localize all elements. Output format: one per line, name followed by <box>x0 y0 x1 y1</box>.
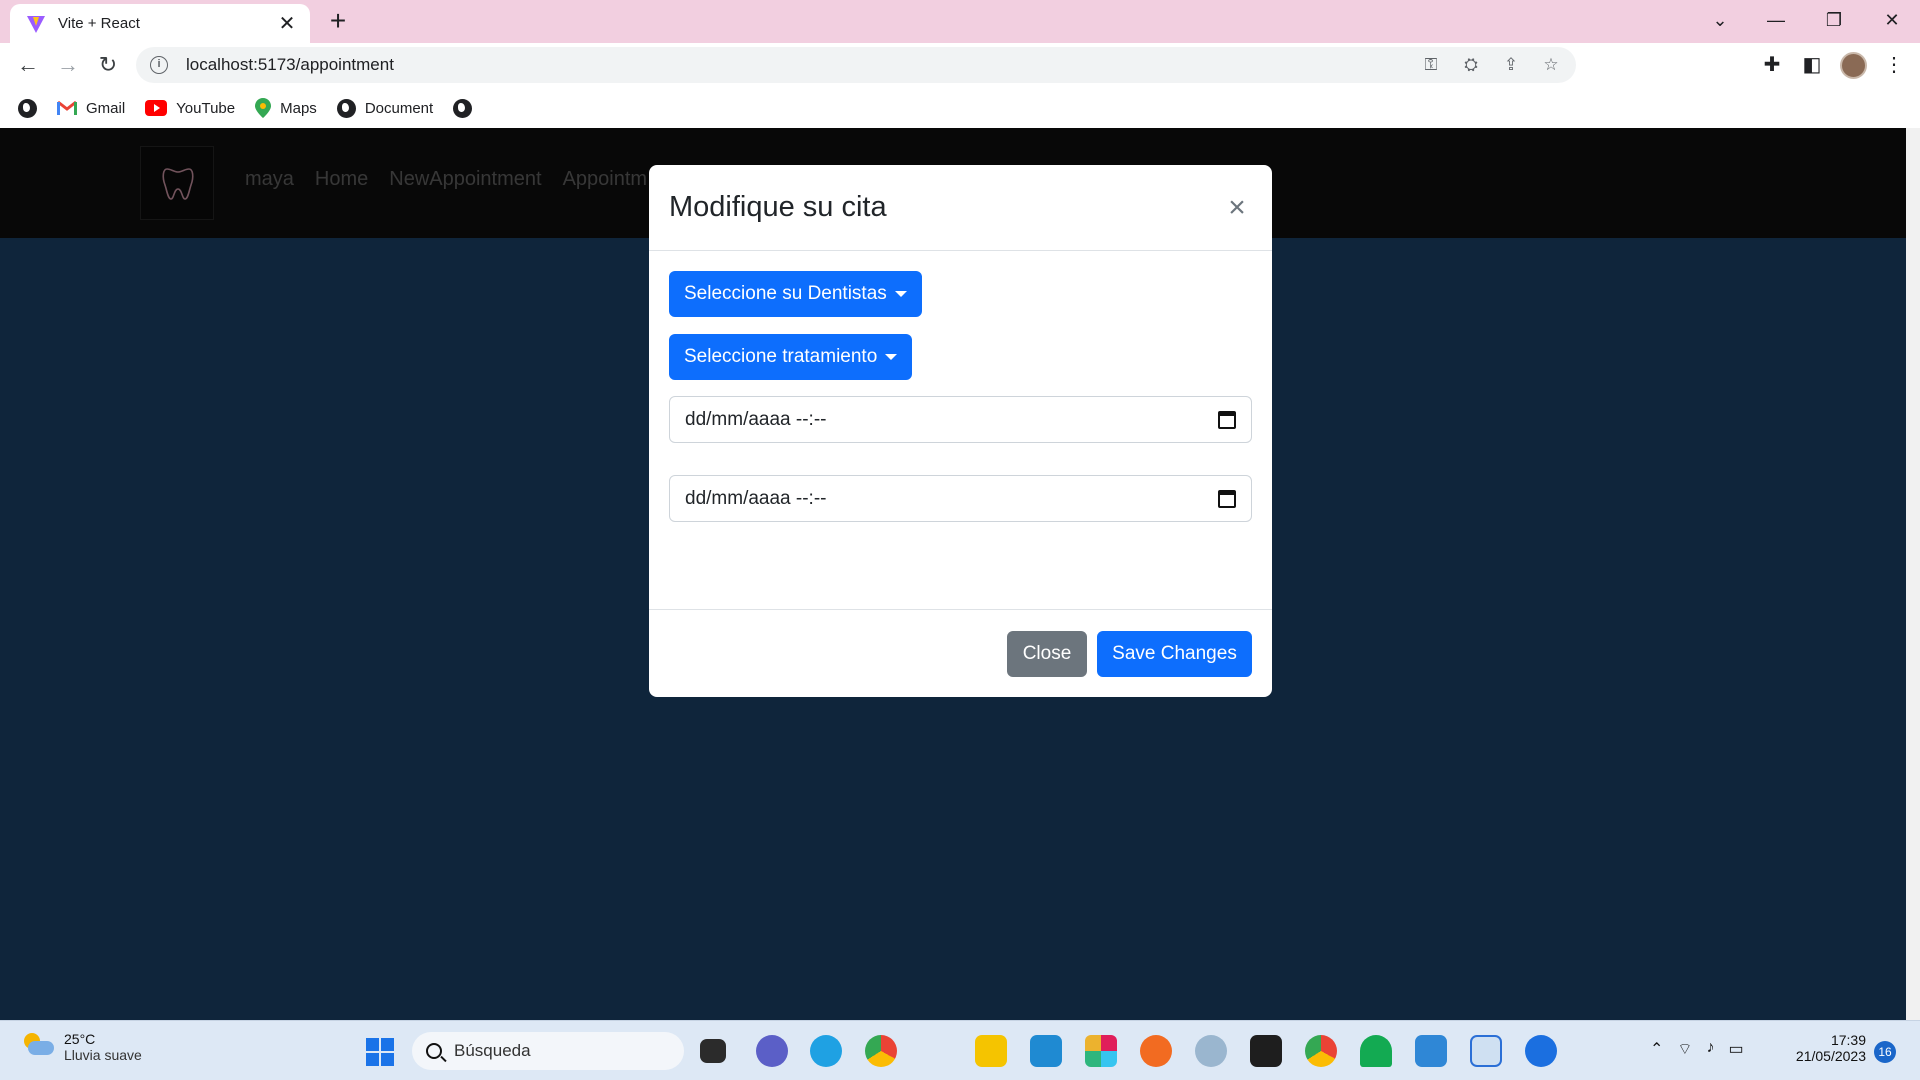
edge-icon[interactable] <box>810 1035 842 1067</box>
volume-icon[interactable]: ♪ <box>1706 1039 1714 1059</box>
back-button[interactable]: ← <box>12 49 44 81</box>
forward-button[interactable]: → <box>52 49 84 81</box>
battery-icon[interactable]: ▭ <box>1728 1039 1743 1059</box>
maps-pin-icon <box>255 98 272 118</box>
url-text[interactable]: localhost:5173/appointment <box>186 55 394 75</box>
share-icon[interactable]: ⇪ <box>1500 54 1522 76</box>
close-button[interactable]: Close <box>1007 631 1087 677</box>
bookmark-label: Maps <box>280 99 317 117</box>
dentist-dropdown-button[interactable]: Seleccione su Dentistas <box>669 271 922 317</box>
treatment-dropdown-label: Seleccione tratamiento <box>684 346 878 367</box>
dentist-dropdown-label: Seleccione su Dentistas <box>684 283 887 304</box>
translate-icon[interactable]: ⛭ <box>1460 54 1482 76</box>
extensions-icon[interactable]: ✚ <box>1758 51 1786 79</box>
treatment-dropdown-button[interactable]: Seleccione tratamiento <box>669 334 913 380</box>
postman-icon[interactable] <box>1140 1035 1172 1067</box>
edit-appointment-modal: Modifique su cita × Seleccione su Dentis… <box>649 165 1272 697</box>
maps-app-icon[interactable] <box>1525 1035 1557 1067</box>
close-icon[interactable]: × <box>1222 192 1252 223</box>
tab-search-icon[interactable]: ⌄ <box>1700 4 1740 36</box>
bookmark-globe-1[interactable] <box>18 98 37 118</box>
bookmark-label: Document <box>364 99 434 117</box>
bookmark-label: Gmail <box>86 99 126 117</box>
profile-avatar[interactable] <box>1840 52 1867 79</box>
bookmark-maps[interactable]: Maps <box>255 98 317 118</box>
page-scrollbar[interactable] <box>1906 128 1920 1020</box>
task-view-icon[interactable] <box>700 1039 726 1063</box>
new-tab-button[interactable]: + <box>322 6 354 38</box>
start-datetime-value: dd/mm/aaaa --:-- <box>685 408 827 430</box>
taskbar-search[interactable]: Búsqueda <box>412 1032 684 1070</box>
globe-icon <box>18 98 37 118</box>
chevron-up-icon[interactable]: ⌃ <box>1650 1039 1663 1059</box>
tab-close-icon[interactable]: ✕ <box>276 14 298 34</box>
minimize-button[interactable]: — <box>1756 4 1796 36</box>
teams-icon[interactable] <box>756 1035 788 1067</box>
tab-title: Vite + React <box>58 15 140 32</box>
calendar-icon[interactable] <box>1218 410 1236 429</box>
snipping-tool-icon[interactable] <box>1470 1035 1502 1067</box>
end-datetime-value: dd/mm/aaaa --:-- <box>685 487 827 509</box>
system-tray: ⌃ ⌔ ♪ ▭ <box>1650 1039 1744 1059</box>
reload-button[interactable]: ↻ <box>92 49 124 81</box>
search-placeholder: Búsqueda <box>454 1041 531 1060</box>
address-toolbar: ← → ↻ i localhost:5173/appointment ⚿ ⛭ ⇪… <box>0 43 1920 88</box>
bookmark-youtube[interactable]: YouTube <box>145 100 235 117</box>
clock[interactable]: 17:39 21/05/2023 <box>1782 1032 1866 1064</box>
caret-down-icon <box>894 291 907 297</box>
save-changes-button[interactable]: Save Changes <box>1097 631 1252 677</box>
chrome-icon[interactable] <box>865 1035 897 1067</box>
youtube-icon <box>145 100 168 116</box>
site-info-icon[interactable]: i <box>150 56 168 74</box>
bookmark-gmail[interactable]: Gmail <box>57 100 125 117</box>
windows-start-icon[interactable] <box>366 1038 394 1066</box>
terminal-icon[interactable] <box>1250 1035 1282 1067</box>
menu-icon[interactable]: ⋮ <box>1880 51 1908 79</box>
weather-desc: Lluvia suave <box>64 1047 142 1063</box>
weather-temp: 25°C <box>64 1031 96 1047</box>
star-icon[interactable]: ☆ <box>1540 54 1562 76</box>
modal-title: Modifique su cita <box>669 191 887 223</box>
globe-icon <box>453 98 473 118</box>
mongodb-icon[interactable] <box>1360 1035 1392 1067</box>
chrome-active-icon[interactable] <box>1305 1035 1337 1067</box>
bookmark-globe-2[interactable] <box>453 98 473 118</box>
slack-icon[interactable] <box>1085 1035 1117 1067</box>
bookmarks-bar: Gmail YouTube Maps Document <box>0 88 1920 128</box>
weather-rain-icon <box>20 1033 54 1061</box>
file-explorer-icon[interactable] <box>975 1035 1007 1067</box>
notification-badge[interactable]: 16 <box>1874 1041 1896 1063</box>
gmail-icon <box>57 100 77 115</box>
omnibox[interactable]: i localhost:5173/appointment ⚿ ⛭ ⇪ ☆ <box>136 47 1576 83</box>
restore-button[interactable]: ❐ <box>1814 4 1854 36</box>
bookmark-document[interactable]: Document <box>336 98 434 118</box>
vite-logo-icon <box>27 15 45 33</box>
modal-header: Modifique su cita × <box>649 165 1272 251</box>
wifi-icon[interactable]: ⌔ <box>1677 1039 1692 1059</box>
taskbar: 25°C Lluvia suave Búsqueda ⌃ ⌔ ♪ ▭ 17:39… <box>0 1020 1920 1080</box>
calendar-icon[interactable] <box>1218 489 1236 508</box>
clock-date: 21/05/2023 <box>1795 1048 1866 1064</box>
end-datetime-input[interactable]: dd/mm/aaaa --:-- <box>669 475 1252 522</box>
close-window-button[interactable]: ✕ <box>1872 4 1912 36</box>
browser-tab-strip: Vite + React ✕ + ⌄ — ❐ ✕ <box>0 0 1920 43</box>
globe-icon <box>336 98 356 118</box>
modal-footer: Close Save Changes <box>649 609 1272 697</box>
start-datetime-input[interactable]: dd/mm/aaaa --:-- <box>669 396 1252 443</box>
caret-down-icon <box>885 354 898 360</box>
weather-widget[interactable]: 25°C Lluvia suave <box>20 1031 142 1063</box>
browser-tab[interactable]: Vite + React ✕ <box>10 4 310 43</box>
search-icon <box>426 1043 442 1059</box>
vscode-icon[interactable] <box>1030 1035 1062 1067</box>
settings-icon[interactable] <box>1195 1035 1227 1067</box>
key-icon[interactable]: ⚿ <box>1420 54 1442 76</box>
modal-body: Seleccione su Dentistas Seleccione trata… <box>649 251 1272 609</box>
notepad-icon[interactable] <box>1415 1035 1447 1067</box>
side-panel-icon[interactable]: ◧ <box>1798 51 1826 79</box>
clock-time: 17:39 <box>1830 1032 1866 1048</box>
bookmark-label: YouTube <box>176 99 236 117</box>
